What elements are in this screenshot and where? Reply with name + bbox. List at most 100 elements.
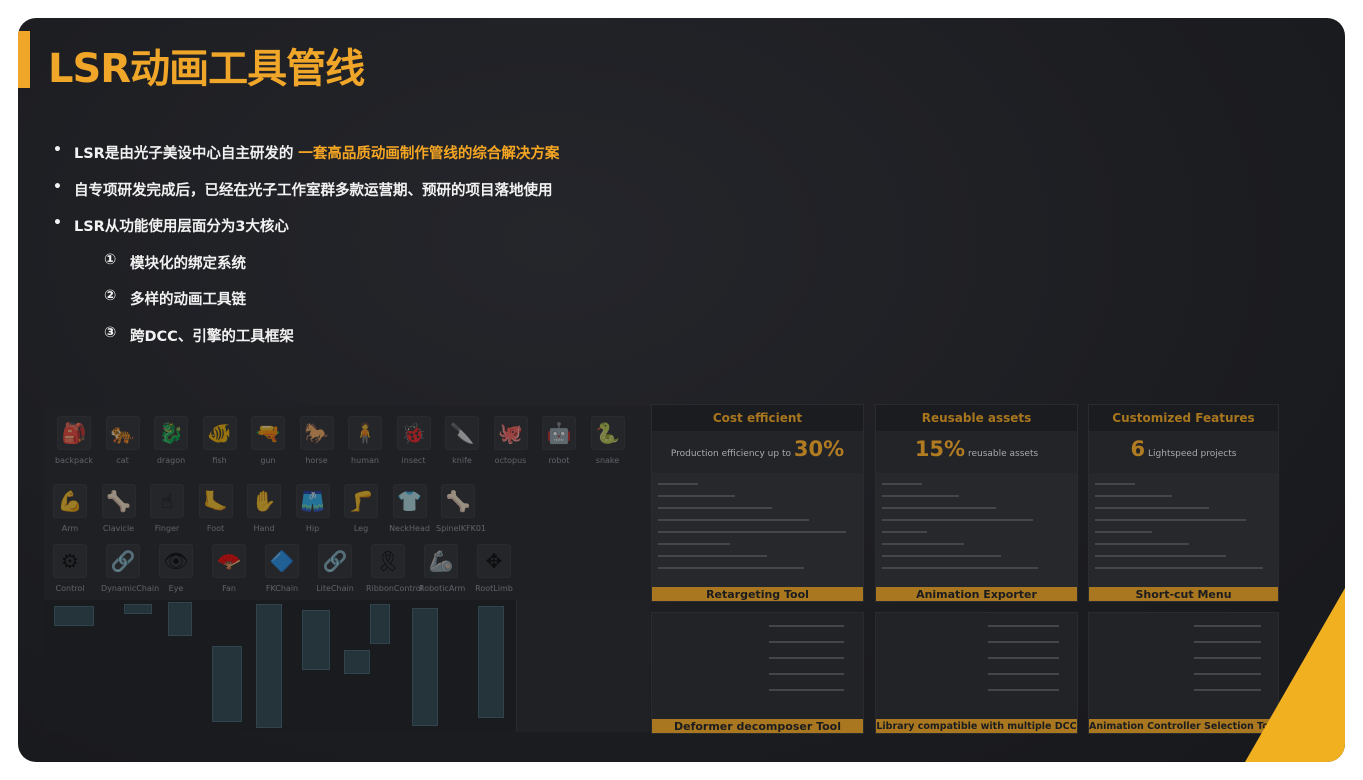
module-label: DynamicChain xyxy=(101,584,160,593)
panel-heading: Reusable assets xyxy=(876,405,1077,431)
hip-icon: 🩳 xyxy=(295,484,330,518)
tool-screenshot xyxy=(1089,473,1278,589)
screenshot-detail xyxy=(1194,689,1261,691)
module-control[interactable]: ⚙ Control xyxy=(48,544,92,593)
module-gun[interactable]: 🔫 gun xyxy=(246,416,290,465)
module-hand[interactable]: ✋ Hand xyxy=(242,484,286,533)
module-label: knife xyxy=(452,456,472,465)
feature-panel: Cost efficient Production efficiency up t… xyxy=(651,404,864,602)
screenshot-detail xyxy=(1095,543,1189,545)
fan-icon: 🪭 xyxy=(212,544,246,578)
screenshot-detail xyxy=(1194,641,1261,643)
module-octopus[interactable]: 🐙 octopus xyxy=(489,416,533,465)
module-label: Finger xyxy=(154,524,180,533)
bullet-text: LSR从功能使用层面分为3大核心 xyxy=(74,219,289,235)
graph-node xyxy=(256,604,282,728)
module-label: Arm xyxy=(61,524,79,533)
title-accent-bar xyxy=(18,31,30,88)
clavicle-icon: 🦴 xyxy=(101,484,136,518)
panel-caption: Animation Controller Selection Tool xyxy=(1089,719,1278,733)
module-finger[interactable]: ☝ Finger xyxy=(145,484,189,533)
tool-screenshot xyxy=(652,613,863,719)
stat-value: 30% xyxy=(793,437,845,461)
module-foot[interactable]: 🦶 Foot xyxy=(194,484,238,533)
module-fan[interactable]: 🪭 Fan xyxy=(207,544,251,593)
module-label: horse xyxy=(305,456,328,465)
rig-module-library-screenshot: ✥ RootLimb 🦾 RoboticArm 🎗 RibbonControl 🔗 LiteC… xyxy=(44,406,650,732)
screenshot-detail xyxy=(658,543,730,545)
module-human[interactable]: 🧍 human xyxy=(343,416,387,465)
screenshot-detail xyxy=(1095,483,1135,485)
module-backpack[interactable]: 🎒 backpack xyxy=(52,416,96,465)
graph-node xyxy=(168,602,192,636)
bullet-highlight: 一套高品质动画制作管线的综合解决方案 xyxy=(298,146,560,162)
module-robot[interactable]: 🤖 robot xyxy=(537,416,581,465)
module-dragon[interactable]: 🐉 dragon xyxy=(149,416,193,465)
graph-node xyxy=(412,608,438,726)
screenshot-detail xyxy=(769,673,844,675)
module-label: gun xyxy=(260,456,276,465)
screenshot-detail xyxy=(658,531,846,533)
spineikfk01-icon: 🦴 xyxy=(441,484,475,518)
screenshot-detail xyxy=(658,507,772,509)
roboticarm-icon: 🦾 xyxy=(424,544,458,578)
screenshot-detail xyxy=(658,567,804,569)
finger-icon: ☝ xyxy=(150,484,184,518)
screenshot-detail xyxy=(1095,567,1263,569)
fish-icon: 🐠 xyxy=(202,416,237,450)
human-icon: 🧍 xyxy=(348,416,382,450)
screenshot-detail xyxy=(1194,673,1261,675)
graph-node xyxy=(478,606,504,718)
module-label: Fan xyxy=(222,584,236,593)
module-label: NeckHead xyxy=(389,524,430,533)
module-horse[interactable]: 🐎 horse xyxy=(295,416,339,465)
feature-panel-lower: Animation Controller Selection Tool xyxy=(1088,612,1279,734)
screenshot-detail xyxy=(987,689,1059,691)
module-rootlimb[interactable]: ✥ RootLimb xyxy=(472,544,516,593)
screenshot-detail xyxy=(882,567,1038,569)
module-label: fish xyxy=(212,456,227,465)
module-litechain[interactable]: 🔗 LiteChain xyxy=(313,544,357,593)
module-eye[interactable]: 👁 Eye xyxy=(154,544,198,593)
module-spineikfk01[interactable]: 🦴 SpineIKFK01 xyxy=(436,484,486,533)
module-label: FKChain xyxy=(265,584,299,593)
screenshot-detail xyxy=(1194,625,1261,627)
module-roboticarm[interactable]: 🦾 RoboticArm xyxy=(419,544,465,593)
tool-screenshot xyxy=(876,473,1077,589)
bullet-text: 自专项研发完成后，已经在光子工作室群多款运营期、预研的项目落地使用 xyxy=(74,182,553,199)
module-fkchain[interactable]: 🔷 FKChain xyxy=(260,544,304,593)
module-ribboncontrol[interactable]: 🎗 RibbonControl xyxy=(366,544,423,593)
module-label: backpack xyxy=(54,456,94,465)
module-leg[interactable]: 🦵 Leg xyxy=(339,484,383,533)
eye-icon: 👁 xyxy=(159,544,193,578)
screenshot-detail xyxy=(769,641,844,643)
module-fish[interactable]: 🐠 fish xyxy=(198,416,242,465)
screenshot-detail xyxy=(658,555,767,557)
module-cat[interactable]: 🐅 cat xyxy=(101,416,145,465)
module-arm[interactable]: 💪 Arm xyxy=(48,484,92,533)
stat-value: 15% xyxy=(914,437,966,461)
screenshot-detail xyxy=(769,689,844,691)
module-dynamicchain[interactable]: 🔗 DynamicChain xyxy=(101,544,160,593)
panel-heading: Customized Features xyxy=(1089,405,1278,431)
module-insect[interactable]: 🐞 insect xyxy=(392,416,436,465)
knife-icon: 🔪 xyxy=(445,416,479,450)
screenshot-detail xyxy=(769,657,844,659)
module-snake[interactable]: 🐍 snake xyxy=(586,416,630,465)
stat-value: 6 xyxy=(1130,437,1146,461)
module-knife[interactable]: 🔪 knife xyxy=(440,416,484,465)
sub-item-number: ① xyxy=(104,251,117,268)
screenshot-detail xyxy=(882,519,1033,521)
module-neckhead[interactable]: 👕 NeckHead xyxy=(388,484,432,533)
horse-icon: 🐎 xyxy=(299,416,334,450)
module-label: snake xyxy=(595,456,620,465)
module-clavicle[interactable]: 🦴 Clavicle xyxy=(97,484,141,533)
feature-panel-lower: Deformer decomposer Tool xyxy=(651,612,864,734)
screenshot-detail xyxy=(882,543,964,545)
page-title: LSR动画工具管线 xyxy=(48,46,365,92)
dragon-icon: 🐉 xyxy=(154,416,188,450)
module-hip[interactable]: 🩳 Hip xyxy=(291,484,335,533)
graph-node xyxy=(54,606,94,626)
module-label: Hand xyxy=(253,524,275,533)
screenshot-detail xyxy=(658,519,809,521)
